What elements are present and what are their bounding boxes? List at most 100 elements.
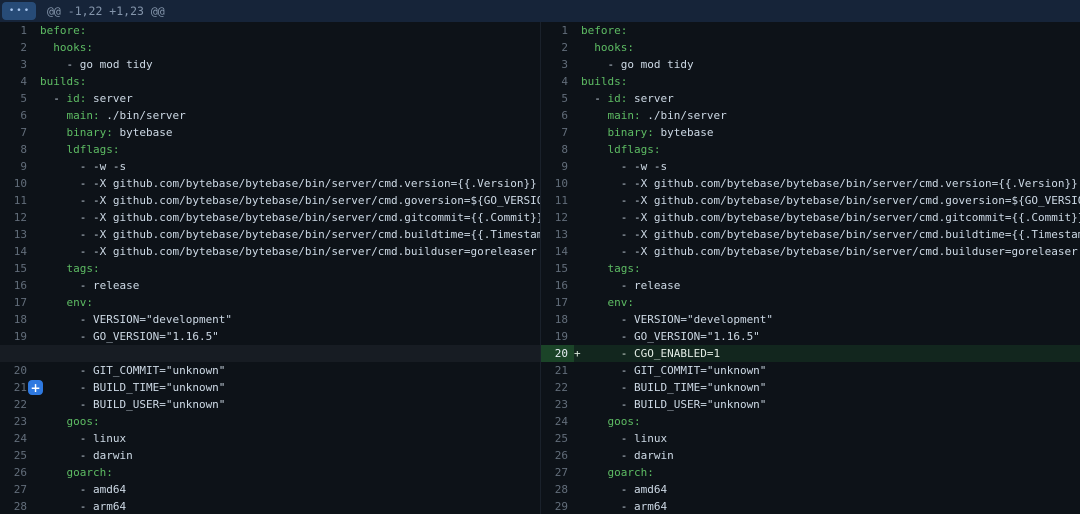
line-number[interactable]: 26 (0, 464, 33, 481)
code-text (40, 296, 67, 309)
line-number[interactable]: 26 (541, 447, 574, 464)
diff-marker (574, 260, 581, 277)
line-number[interactable]: 10 (541, 175, 574, 192)
line-number[interactable]: 18 (541, 311, 574, 328)
line-number[interactable]: 13 (0, 226, 33, 243)
diff-row: 7 binary: bytebase (0, 124, 540, 141)
line-number[interactable]: 9 (0, 158, 33, 175)
yaml-key: ldflags: (67, 143, 120, 156)
diff-row: 6 main: ./bin/server (0, 107, 540, 124)
diff-marker (574, 362, 581, 379)
line-number[interactable]: 3 (541, 56, 574, 73)
line-number[interactable]: 20 (0, 362, 33, 379)
diff-row: 21 - BUILD_TIME="unknown"+ (0, 379, 540, 396)
line-number[interactable] (0, 345, 33, 362)
line-number[interactable]: 25 (0, 447, 33, 464)
add-comment-button[interactable]: + (28, 380, 43, 395)
line-number[interactable]: 19 (541, 328, 574, 345)
diff-row: 13 - -X github.com/bytebase/bytebase/bin… (541, 226, 1080, 243)
line-number[interactable]: 10 (0, 175, 33, 192)
line-number[interactable]: 28 (541, 481, 574, 498)
line-number[interactable]: 2 (0, 39, 33, 56)
line-number[interactable]: 5 (0, 90, 33, 107)
line-number[interactable]: 16 (0, 277, 33, 294)
line-number[interactable]: 5 (541, 90, 574, 107)
line-number[interactable]: 25 (541, 430, 574, 447)
line-number[interactable]: 23 (541, 396, 574, 413)
diff-row: 12 - -X github.com/bytebase/bytebase/bin… (541, 209, 1080, 226)
line-number[interactable]: 6 (0, 107, 33, 124)
code-text (40, 41, 53, 54)
code-line: ldflags: (581, 141, 1080, 158)
yaml-key: main: (67, 109, 100, 122)
code-text: - amd64 (581, 483, 667, 496)
line-number[interactable]: 8 (541, 141, 574, 158)
diff-row: 14 - -X github.com/bytebase/bytebase/bin… (0, 243, 540, 260)
line-number[interactable]: 24 (0, 430, 33, 447)
diff-body[interactable]: 1before:2 hooks:3 - go mod tidy4builds:5… (0, 22, 1080, 514)
code-text: bytebase (113, 126, 173, 139)
code-text: - (581, 92, 608, 105)
line-number[interactable]: 12 (541, 209, 574, 226)
line-number[interactable]: 12 (0, 209, 33, 226)
line-number[interactable]: 15 (0, 260, 33, 277)
line-number[interactable]: 29 (541, 498, 574, 514)
line-number[interactable]: 7 (541, 124, 574, 141)
line-number[interactable]: 13 (541, 226, 574, 243)
diff-row: 19 - GO_VERSION="1.16.5" (541, 328, 1080, 345)
line-number[interactable]: 20 (541, 345, 574, 362)
line-number[interactable]: 4 (0, 73, 33, 90)
diff-marker (33, 56, 40, 73)
line-number[interactable]: 23 (0, 413, 33, 430)
line-number[interactable]: 7 (0, 124, 33, 141)
code-text (581, 415, 608, 428)
line-number[interactable]: 1 (541, 22, 574, 39)
line-number[interactable]: 21 (541, 362, 574, 379)
diff-marker (574, 107, 581, 124)
line-number[interactable]: 6 (541, 107, 574, 124)
diff-marker (33, 277, 40, 294)
line-number[interactable]: 27 (541, 464, 574, 481)
code-text: - GIT_COMMIT="unknown" (40, 364, 225, 377)
line-number[interactable]: 14 (0, 243, 33, 260)
diff-marker (33, 73, 40, 90)
line-number[interactable]: 11 (0, 192, 33, 209)
line-number[interactable]: 18 (0, 311, 33, 328)
line-number[interactable]: 8 (0, 141, 33, 158)
code-text: - -X github.com/bytebase/bytebase/bin/se… (40, 177, 537, 190)
line-number[interactable]: 16 (541, 277, 574, 294)
line-number[interactable]: 17 (0, 294, 33, 311)
yaml-key: main: (608, 109, 641, 122)
yaml-key: builds: (40, 75, 86, 88)
line-number[interactable]: 2 (541, 39, 574, 56)
yaml-key: hooks: (594, 41, 634, 54)
diff-marker (574, 277, 581, 294)
line-number[interactable]: 24 (541, 413, 574, 430)
diff-pane-new: 1before:2 hooks:3 - go mod tidy4builds:5… (540, 22, 1080, 514)
diff-row: 28 - arm64 (0, 498, 540, 514)
line-number[interactable]: 28 (0, 498, 33, 514)
line-number[interactable]: 9 (541, 158, 574, 175)
diff-row: 15 tags: (541, 260, 1080, 277)
line-number[interactable]: 17 (541, 294, 574, 311)
line-number[interactable]: 19 (0, 328, 33, 345)
line-number[interactable]: 22 (0, 396, 33, 413)
line-number[interactable]: 22 (541, 379, 574, 396)
line-number[interactable]: 15 (541, 260, 574, 277)
code-line: - id: server (40, 90, 540, 107)
line-number[interactable]: 11 (541, 192, 574, 209)
code-text: - BUILD_TIME="unknown" (40, 381, 225, 394)
line-number[interactable]: 1 (0, 22, 33, 39)
code-line: - BUILD_TIME="unknown" (581, 379, 1080, 396)
code-text (40, 143, 67, 156)
line-number[interactable]: 14 (541, 243, 574, 260)
line-number[interactable]: 4 (541, 73, 574, 90)
code-text: - BUILD_USER="unknown" (581, 398, 766, 411)
code-line: - -X github.com/bytebase/bytebase/bin/se… (581, 243, 1080, 260)
code-line: binary: bytebase (581, 124, 1080, 141)
expand-hunk-button[interactable]: ••• (2, 2, 36, 20)
code-text: - go mod tidy (40, 58, 153, 71)
yaml-key: goarch: (67, 466, 113, 479)
line-number[interactable]: 27 (0, 481, 33, 498)
line-number[interactable]: 3 (0, 56, 33, 73)
